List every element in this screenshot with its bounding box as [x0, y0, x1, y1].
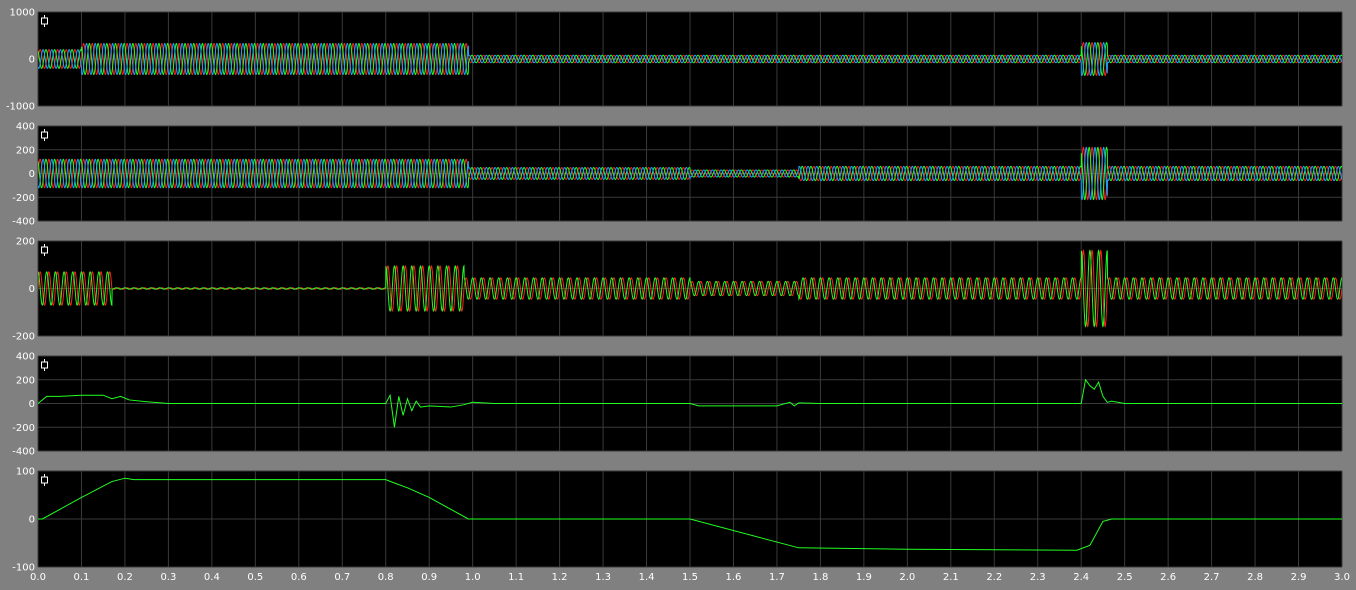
y-tick-label: -400 — [12, 217, 35, 228]
x-tick-label: 1.4 — [639, 572, 655, 583]
y-tick-label: -400 — [12, 447, 35, 458]
x-tick-label: 1.1 — [508, 572, 524, 583]
x-tick-label: 1.3 — [595, 572, 611, 583]
x-tick-label: 0.2 — [117, 572, 133, 583]
x-tick-label: 0.0 — [30, 572, 46, 583]
x-tick-label: 2.9 — [1291, 572, 1307, 583]
y-tick-label: -1000 — [6, 102, 35, 113]
y-tick-label: 200 — [16, 145, 35, 156]
x-axis: 0.0 0.1 0.2 0.3 0.4 0.5 0.6 0.7 0.8 0.9 1.0 1.1 1.2 1… — [30, 572, 1350, 583]
x-tick-label: 2.8 — [1247, 572, 1263, 583]
y-tick-label: 100 — [16, 467, 35, 478]
x-tick-label: 1.6 — [726, 572, 742, 583]
y-tick-label: -200 — [12, 193, 35, 204]
y-tick-label: 0 — [29, 169, 35, 180]
panel-3: -200 0 200 — [12, 237, 1343, 343]
y-tick-label: 0 — [29, 399, 35, 410]
y-tick-label: 400 — [16, 352, 35, 363]
y-tick-label: 0 — [29, 284, 35, 295]
scope-panels: -100001000-400-2000200400-2000200-400-20… — [6, 8, 1343, 574]
x-tick-label: 0.8 — [378, 572, 394, 583]
x-tick-label: 1.5 — [682, 572, 698, 583]
y-tick-label: 1000 — [10, 8, 35, 19]
x-tick-label: 0.7 — [334, 572, 350, 583]
y-tick-label: 200 — [16, 375, 35, 386]
panel-4: -400 -200 0 200 400 — [12, 352, 1343, 458]
x-tick-label: 1.0 — [465, 572, 481, 583]
y-tick-label: -200 — [12, 332, 35, 343]
x-tick-label: 2.6 — [1160, 572, 1176, 583]
x-tick-label: 1.7 — [769, 572, 785, 583]
x-tick-label: 1.9 — [856, 572, 872, 583]
y-tick-label: 0 — [29, 515, 35, 526]
x-tick-label: 2.3 — [1030, 572, 1046, 583]
x-tick-label: 0.9 — [421, 572, 437, 583]
x-tick-label: 2.5 — [1117, 572, 1133, 583]
panel-1: -1000 0 1000 — [6, 8, 1343, 113]
x-tick-label: 1.8 — [812, 572, 828, 583]
x-tick-label: 1.2 — [552, 572, 568, 583]
x-tick-label: 2.0 — [899, 572, 915, 583]
y-tick-label: 0 — [29, 55, 35, 66]
x-tick-label: 0.3 — [160, 572, 176, 583]
x-tick-label: 2.2 — [986, 572, 1002, 583]
y-tick-label: 200 — [16, 237, 35, 248]
y-tick-label: 400 — [16, 122, 35, 133]
scope-chart: -100001000-400-2000200400-2000200-400-20… — [6, 8, 1350, 584]
panel-5: -1000100 — [12, 467, 1343, 574]
x-tick-label: 2.1 — [943, 572, 959, 583]
x-tick-label: 2.4 — [1073, 572, 1089, 583]
x-tick-label: 3.0 — [1334, 572, 1350, 583]
y-tick-label: -200 — [12, 423, 35, 434]
panel-2: -400 -200 0 200 400 — [12, 122, 1343, 228]
x-tick-label: 0.5 — [247, 572, 263, 583]
x-tick-label: 2.7 — [1204, 572, 1220, 583]
x-tick-label: 0.1 — [74, 572, 90, 583]
x-tick-label: 0.4 — [204, 572, 220, 583]
x-tick-label: 0.6 — [291, 572, 307, 583]
